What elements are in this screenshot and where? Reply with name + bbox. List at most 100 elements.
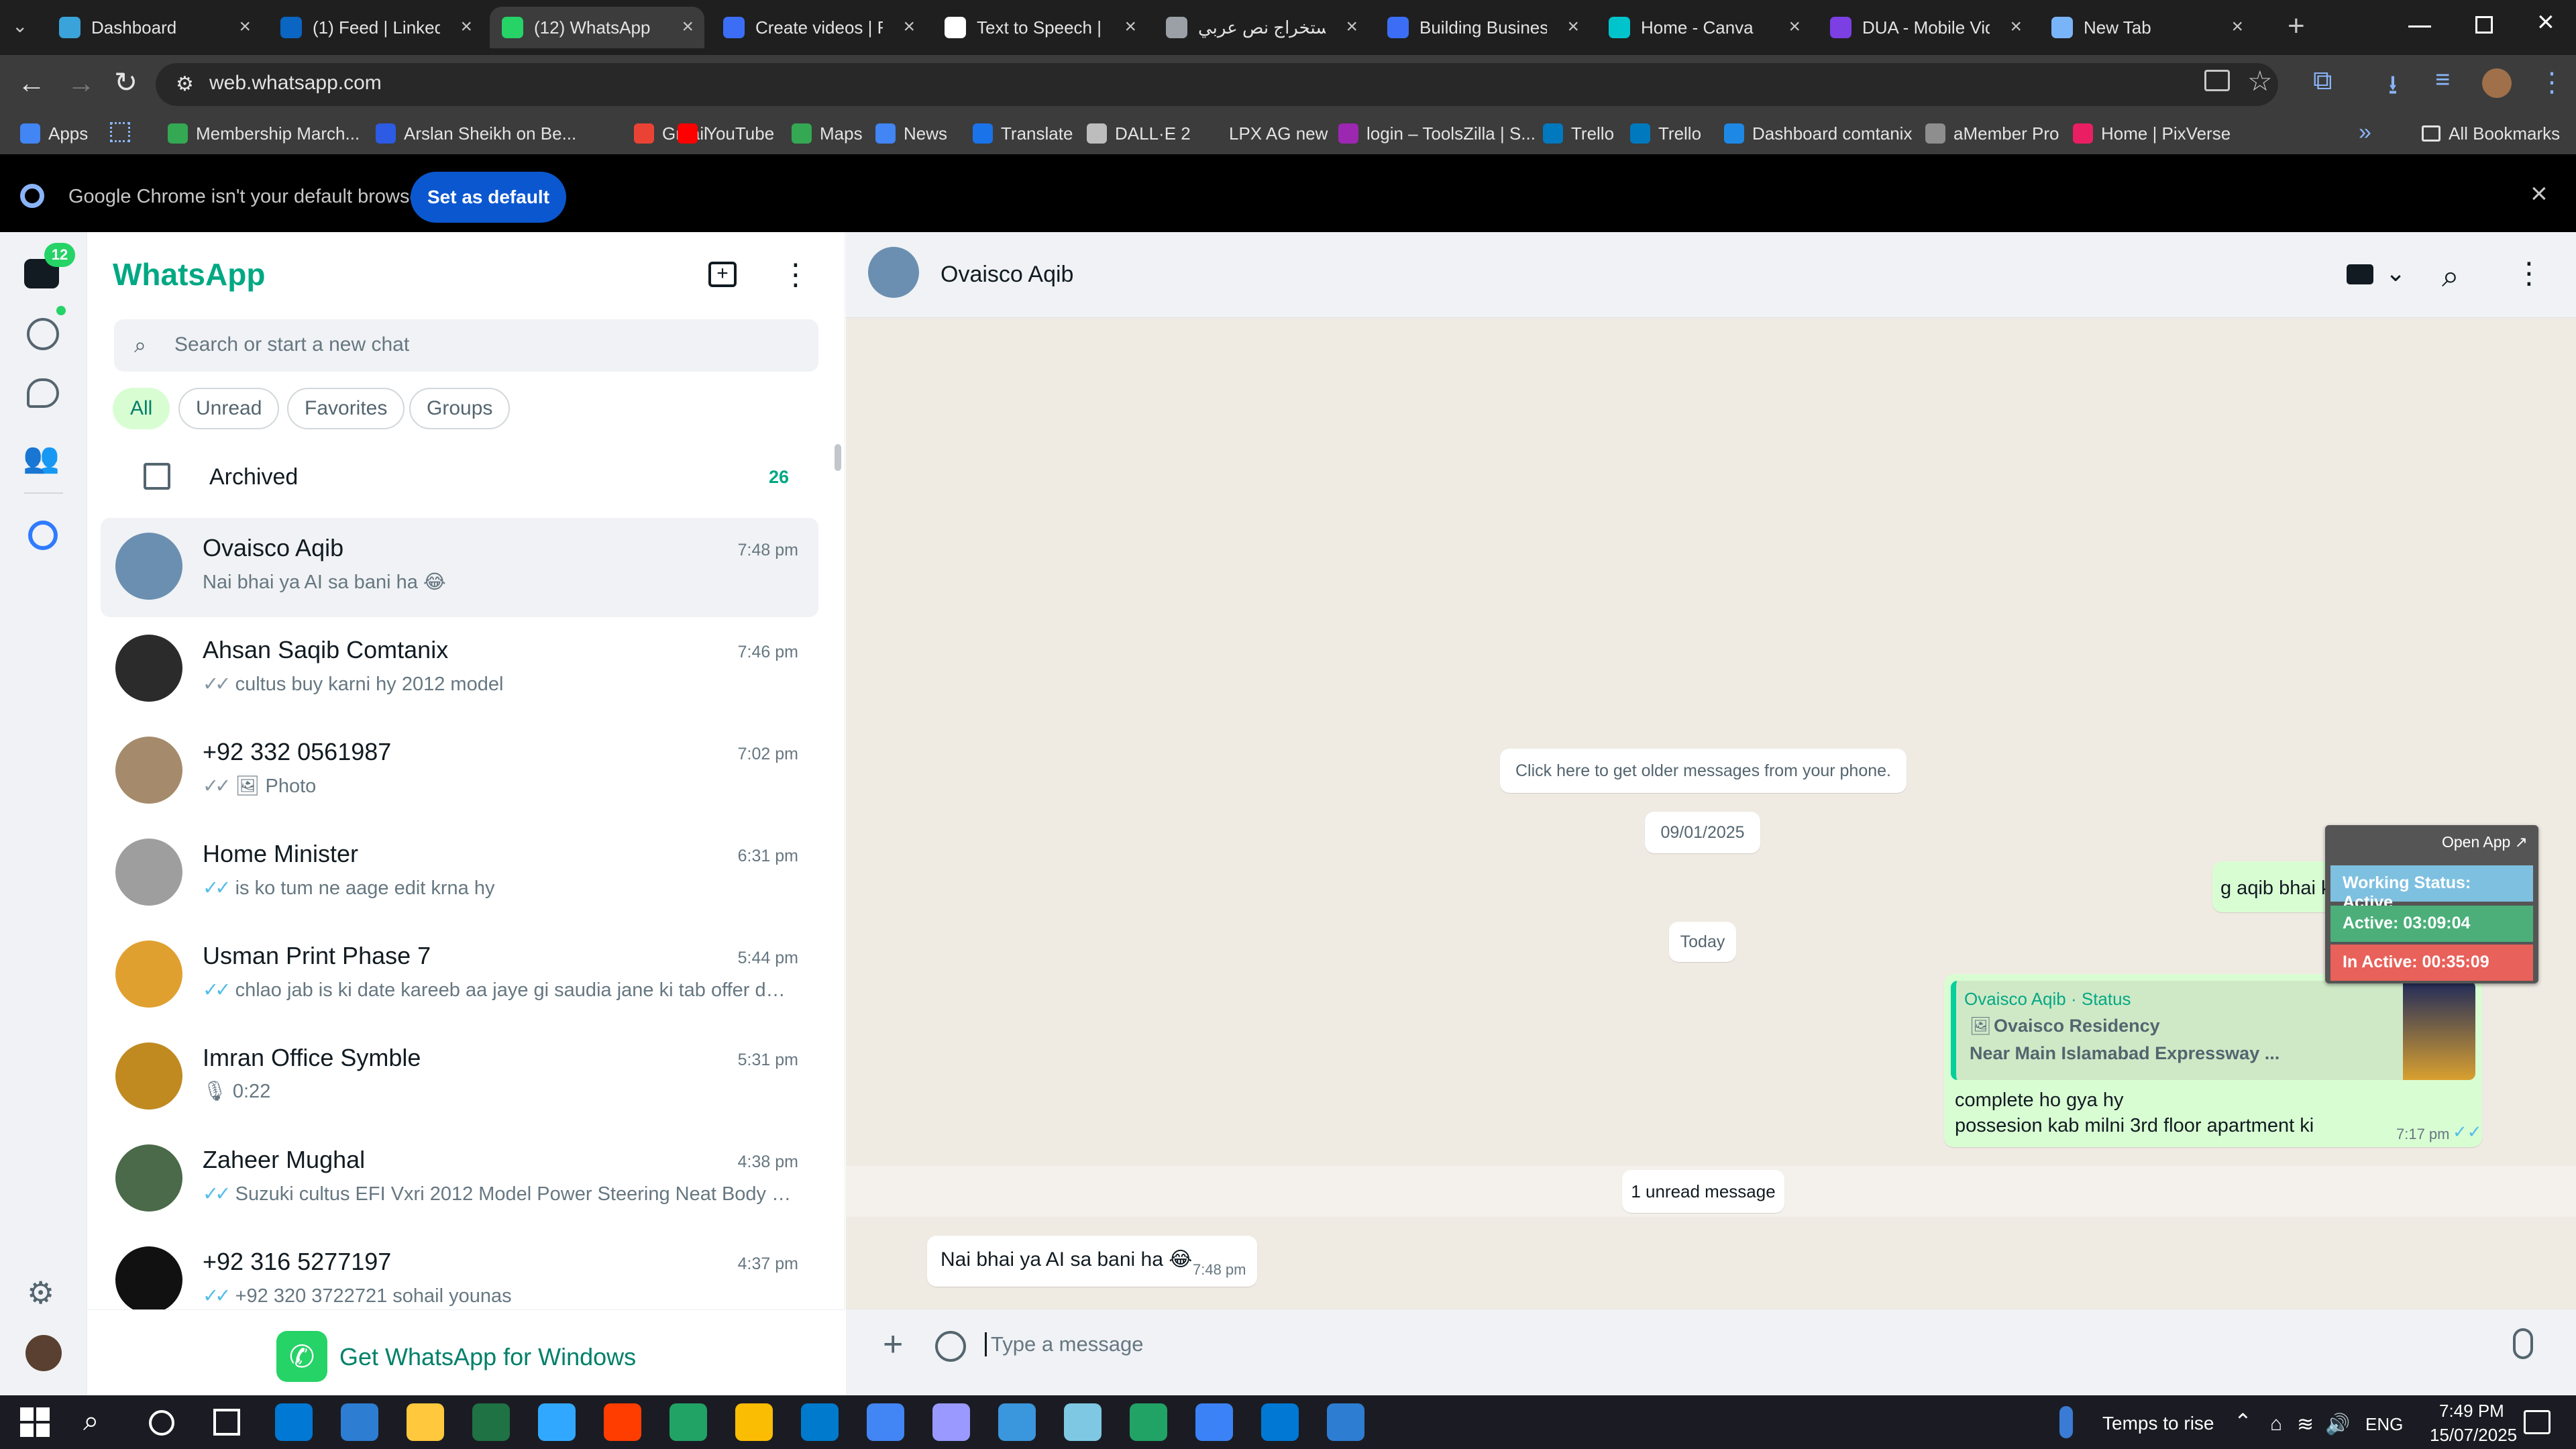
tab-3[interactable]: Create videos | Free × <box>711 7 926 48</box>
tab-close-icon[interactable]: × <box>2231 17 2243 37</box>
address-bar[interactable] <box>156 63 2278 106</box>
tab-close-icon[interactable]: × <box>1124 17 1136 37</box>
media-control-icon[interactable]: ≡ <box>2435 66 2450 95</box>
filter-all[interactable]: All <box>113 388 170 429</box>
menu-icon[interactable]: ⋮ <box>781 258 810 292</box>
meta-ai-icon[interactable] <box>28 521 58 550</box>
tab-4[interactable]: Text to Speech | ElevenLabs × <box>932 7 1147 48</box>
settings-icon[interactable]: ⚙ <box>27 1275 54 1311</box>
edge-icon[interactable] <box>275 1403 313 1441</box>
notifications-icon[interactable] <box>2524 1410 2551 1434</box>
back-icon[interactable]: ← <box>17 67 46 99</box>
channels-icon[interactable] <box>27 378 59 408</box>
filter-favorites[interactable]: Favorites <box>287 388 405 429</box>
search-icon[interactable]: ⌕ <box>83 1405 99 1438</box>
photoshop-icon[interactable] <box>669 1403 707 1441</box>
clock-time[interactable]: 7:49 PM <box>2439 1401 2504 1421</box>
bookmark-item[interactable]: Arslan Sheikh on Be... <box>376 113 576 154</box>
bookmark-item[interactable]: login – ToolsZilla | S... <box>1338 113 1536 154</box>
install-app-icon[interactable] <box>2204 70 2230 91</box>
weather-text[interactable]: Temps to rise <box>2102 1413 2214 1434</box>
tab-7[interactable]: Home - Canva × <box>1597 7 1811 48</box>
camtasia-icon[interactable] <box>1261 1403 1299 1441</box>
communities-icon[interactable]: 👥 <box>23 440 60 475</box>
search-icon[interactable]: ⌕ <box>2442 258 2459 295</box>
tab-close-icon[interactable]: × <box>239 17 251 37</box>
notepad-icon[interactable] <box>1195 1403 1233 1441</box>
older-messages-button[interactable]: Click here to get older messages from yo… <box>1500 749 1907 793</box>
bookmark-item[interactable]: Trello <box>1630 113 1701 154</box>
tray-chevron-icon[interactable]: ⌃ <box>2234 1409 2252 1434</box>
bookmark-item[interactable]: Apps <box>20 113 88 154</box>
new-tab-icon[interactable]: + <box>2288 9 2305 43</box>
bookmark-item[interactable]: News <box>875 113 947 154</box>
language-indicator[interactable]: ENG <box>2365 1414 2403 1435</box>
bookmark-item[interactable]: Home | PixVerse <box>2073 113 2231 154</box>
infobar-close-icon[interactable]: × <box>2530 177 2548 211</box>
chrome-menu-icon[interactable]: ⋮ <box>2538 67 2565 98</box>
site-settings-icon[interactable]: ⚙ <box>176 72 194 96</box>
calculator-icon[interactable] <box>1327 1403 1364 1441</box>
volume-icon[interactable]: 🔊 <box>2325 1413 2350 1436</box>
filter-groups[interactable]: Groups <box>409 388 511 429</box>
tab-5[interactable]: استخراج نص عربي × <box>1154 7 1368 48</box>
sticker-icon[interactable] <box>935 1331 966 1362</box>
chrome-icon[interactable] <box>998 1403 1036 1441</box>
chat-row[interactable]: Imran Office Symble 5:31 pm 🎙 0:22 <box>101 1028 818 1127</box>
bookmark-item[interactable]: Trello <box>1543 113 1614 154</box>
bookmark-item[interactable]: Membership March... <box>168 113 360 154</box>
premiere-icon[interactable] <box>1064 1403 1102 1441</box>
minimize-icon[interactable] <box>2408 25 2431 28</box>
contact-name[interactable]: Ovaisco Aqib <box>941 262 1073 288</box>
more-bookmarks-icon[interactable]: » <box>2359 119 2371 146</box>
attach-icon[interactable]: + <box>883 1324 903 1364</box>
tab-close-icon[interactable]: × <box>903 17 915 37</box>
get-windows-label[interactable]: Get WhatsApp for Windows <box>339 1343 636 1371</box>
forward-icon[interactable]: → <box>67 67 95 99</box>
pen-icon[interactable] <box>341 1403 378 1441</box>
tab-close-icon[interactable]: × <box>1567 17 1579 37</box>
profile-avatar[interactable] <box>2482 68 2512 98</box>
tab-close-icon[interactable]: × <box>682 17 694 37</box>
camtasia-icon[interactable] <box>801 1403 839 1441</box>
tab-1[interactable]: (1) Feed | LinkedIn × <box>268 7 483 48</box>
open-app-button[interactable]: Open App ↗ <box>2442 833 2528 851</box>
chat-row[interactable]: +92 332 0561987 7:02 pm ✓✓ 🖼 Photo <box>101 722 818 821</box>
chat-row[interactable]: Ovaisco Aqib 7:48 pm Nai bhai ya AI sa ban… <box>101 518 818 617</box>
task-view-icon[interactable] <box>213 1409 240 1436</box>
bookmark-item[interactable]: aMember Pro <box>1925 113 2059 154</box>
status-icon[interactable] <box>27 318 59 350</box>
tab-close-icon[interactable]: × <box>1788 17 1801 37</box>
start-icon[interactable] <box>20 1407 50 1437</box>
tab-9[interactable]: New Tab × <box>2039 7 2254 48</box>
clock-date[interactable]: 15/07/2025 <box>2430 1425 2517 1446</box>
bookmark-item[interactable]: LPX AG new <box>1201 113 1328 154</box>
chat-row[interactable]: Usman Print Phase 7 5:44 pm ✓✓ chlao jab is… <box>101 926 818 1025</box>
vscode-icon[interactable] <box>932 1403 970 1441</box>
contact-avatar[interactable] <box>868 247 919 298</box>
menu-icon[interactable]: ⋮ <box>2514 256 2544 290</box>
wifi-icon[interactable]: ≋ <box>2297 1413 2314 1436</box>
bookmark-star-icon[interactable]: ☆ <box>2247 64 2273 97</box>
restore-icon[interactable] <box>2475 16 2493 34</box>
tab-close-icon[interactable]: × <box>1346 17 1358 37</box>
cortana-icon[interactable] <box>149 1410 174 1436</box>
tab-search-button[interactable]: ⌄ <box>12 15 28 37</box>
new-chat-icon[interactable]: + <box>708 262 737 287</box>
bookmark-item[interactable]: Maps <box>792 113 863 154</box>
excel-icon[interactable] <box>604 1403 641 1441</box>
file-explorer-icon[interactable] <box>538 1403 576 1441</box>
profile-avatar[interactable] <box>25 1335 62 1371</box>
terminal-icon[interactable] <box>407 1403 444 1441</box>
search-input[interactable]: Search or start a new chat <box>174 333 409 356</box>
chat-row[interactable]: Zaheer Mughal 4:38 pm ✓✓ Suzuki cultus EFI … <box>101 1130 818 1229</box>
bookmark-item[interactable]: Dashboard comtanix <box>1724 113 1912 154</box>
app-icon[interactable] <box>1130 1403 1167 1441</box>
reload-icon[interactable]: ↻ <box>114 66 138 99</box>
tab-close-icon[interactable]: × <box>460 17 472 37</box>
apps-grid-icon[interactable] <box>110 122 130 142</box>
chat-row[interactable]: Ahsan Saqib Comtanix 7:46 pm ✓✓ cultus buy … <box>101 620 818 719</box>
scrollbar[interactable] <box>835 444 841 471</box>
archived-row[interactable] <box>101 449 818 511</box>
tab-2[interactable]: (12) WhatsApp × <box>490 7 704 48</box>
